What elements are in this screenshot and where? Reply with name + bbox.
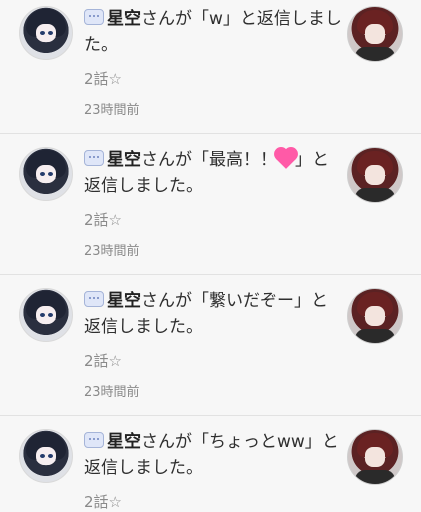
timestamp: 23時間前 [84, 385, 140, 400]
chapter-title: 2話☆ [84, 70, 122, 88]
sender-name: 星空 [107, 291, 141, 311]
receiver-avatar[interactable] [347, 429, 403, 485]
notification-list: 星空さんが「w」と返信しました。 2話☆ 23時間前 星空さんが「最高！！ 」と返… [0, 0, 421, 512]
sender-avatar[interactable] [19, 147, 73, 201]
notification-item[interactable]: 星空さんが「ちょっとww」と返信しました。 2話☆ [0, 416, 421, 512]
notification-message: 星空さんが「w」と返信しました。 [84, 6, 342, 58]
speech-bubble-icon [84, 150, 104, 166]
sender-name: 星空 [107, 9, 141, 29]
sender-name: 星空 [107, 150, 141, 170]
receiver-avatar[interactable] [347, 147, 403, 203]
message-text-part-1: さんが「最高！！ [141, 150, 277, 170]
timestamp: 23時間前 [84, 244, 140, 259]
notification-message: 星空さんが「繋いだぞー」と返信しました。 [84, 288, 342, 340]
heart-emoji-icon [276, 149, 296, 169]
receiver-avatar[interactable] [347, 6, 403, 62]
sender-avatar[interactable] [19, 429, 73, 483]
speech-bubble-icon [84, 432, 104, 448]
timestamp: 23時間前 [84, 103, 140, 118]
chapter-title: 2話☆ [84, 493, 122, 511]
speech-bubble-icon [84, 291, 104, 307]
notification-item[interactable]: 星空さんが「繋いだぞー」と返信しました。 2話☆ 23時間前 [0, 275, 421, 416]
speech-bubble-icon [84, 9, 104, 25]
receiver-avatar[interactable] [347, 288, 403, 344]
sender-avatar[interactable] [19, 288, 73, 342]
notification-item[interactable]: 星空さんが「最高！！ 」と返信しました。 2話☆ 23時間前 [0, 134, 421, 275]
notification-message: 星空さんが「最高！！ 」と返信しました。 [84, 147, 342, 199]
sender-name: 星空 [107, 432, 141, 452]
notification-item[interactable]: 星空さんが「w」と返信しました。 2話☆ 23時間前 [0, 0, 421, 134]
sender-avatar[interactable] [19, 6, 73, 60]
chapter-title: 2話☆ [84, 352, 122, 370]
notification-message: 星空さんが「ちょっとww」と返信しました。 [84, 429, 342, 481]
chapter-title: 2話☆ [84, 211, 122, 229]
